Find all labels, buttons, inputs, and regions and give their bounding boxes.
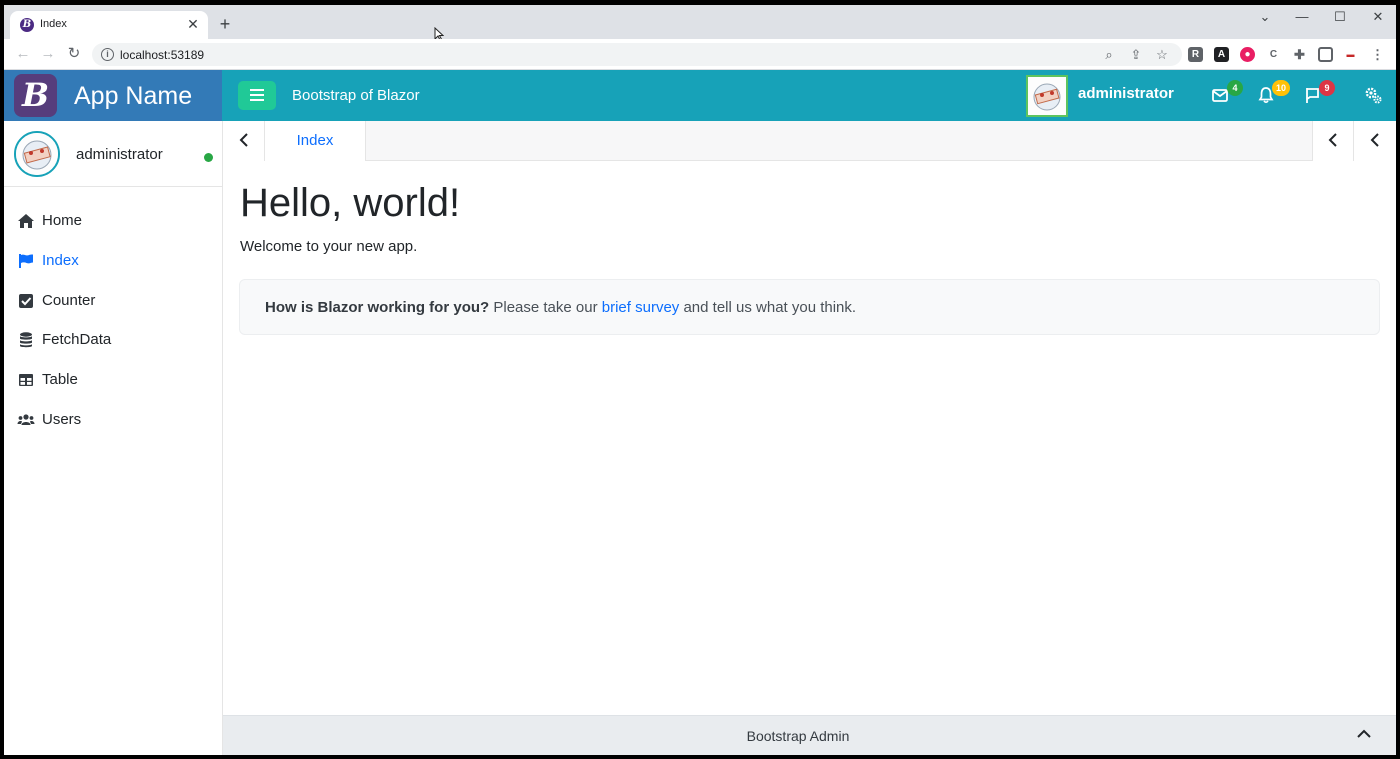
tasks-badge: 9 [1319, 80, 1335, 96]
side-panel-icon[interactable] [1318, 47, 1333, 62]
welcome-text: Welcome to your new app. [240, 238, 418, 255]
reload-button[interactable]: ↻ [63, 43, 85, 65]
sidebar-item-label: Counter [42, 292, 96, 309]
extension-red-icon[interactable]: ▬ [1343, 47, 1358, 62]
app-logo[interactable]: B [14, 74, 57, 117]
tab-scroll-left-button[interactable] [223, 121, 265, 161]
hamburger-icon [250, 89, 264, 101]
url-text[interactable]: localhost:53189 [120, 48, 204, 62]
table-icon [19, 374, 33, 386]
extension-pink-icon[interactable]: ● [1240, 47, 1255, 62]
back-button[interactable]: ← [12, 43, 34, 65]
database-icon [20, 332, 32, 348]
extension-c-icon[interactable]: C [1266, 47, 1281, 62]
menu-toggle-button[interactable] [238, 81, 276, 110]
sidebar-item-index[interactable]: Index [4, 242, 222, 280]
sidebar-item-label: FetchData [42, 331, 112, 348]
sidebar-username: administrator [76, 146, 163, 163]
maximize-button[interactable]: ☐ [1321, 5, 1359, 29]
sidebar-item-label: Users [42, 411, 82, 428]
favicon-icon: B [20, 18, 34, 32]
sidebar-item-label: Index [42, 252, 79, 269]
share-icon[interactable]: ⇪ [1127, 46, 1145, 64]
browser-menu-icon[interactable]: ⋮ [1370, 47, 1385, 62]
survey-question: How is Blazor working for you? [265, 299, 490, 316]
chevron-left-icon [1370, 133, 1379, 147]
survey-link[interactable]: brief survey [602, 299, 680, 316]
extensions-puzzle-icon[interactable]: ✚ [1292, 47, 1307, 62]
sidebar-item-home[interactable]: Home [4, 202, 222, 240]
sidebar-item-label: Home [42, 212, 83, 229]
zoom-icon[interactable]: ⌕ [1100, 46, 1118, 64]
sidebar-user-panel: administrator [4, 121, 222, 187]
page-heading: Hello, world! [240, 181, 461, 225]
home-icon [18, 214, 34, 228]
tab-index[interactable]: Index [265, 121, 366, 161]
minimize-button[interactable]: — [1283, 5, 1321, 29]
browser-tab-title: Index [40, 18, 67, 30]
footer-text: Bootstrap Admin [746, 728, 850, 744]
forward-button[interactable]: → [37, 43, 59, 65]
header-username[interactable]: administrator [1078, 85, 1174, 102]
sidebar-item-fetchdata[interactable]: FetchData [4, 321, 222, 359]
tab-scroll-right-button[interactable] [1312, 121, 1354, 161]
footer: Bootstrap Admin [223, 715, 1396, 755]
close-tab-icon[interactable]: ✕ [184, 15, 202, 33]
flag-icon [19, 254, 33, 268]
main-content: Hello, world! Welcome to your new app. H… [223, 161, 1396, 716]
chevron-up-icon[interactable] [1354, 724, 1374, 744]
extension-r-icon[interactable]: R [1188, 47, 1203, 62]
cogs-icon[interactable] [1363, 85, 1383, 105]
notifications-badge: 10 [1272, 80, 1291, 96]
check-square-icon [19, 294, 33, 308]
page-tabbar: Index [223, 121, 1396, 161]
sidebar-item-users[interactable]: Users [4, 401, 222, 439]
sidebar-item-label: Table [42, 371, 78, 388]
browser-tab[interactable]: B Index ✕ [10, 11, 208, 39]
survey-text: How is Blazor working for you? Please ta… [265, 299, 856, 316]
tab-search-icon[interactable]: ⌄ [1246, 5, 1284, 29]
users-icon [17, 414, 35, 425]
header-avatar[interactable] [1026, 75, 1068, 117]
online-status-dot [204, 153, 213, 162]
survey-prompt: How is Blazor working for you? Please ta… [239, 279, 1380, 335]
close-window-button[interactable]: ✕ [1359, 5, 1396, 29]
messages-badge: 4 [1227, 80, 1243, 96]
avatar-image [16, 133, 58, 175]
survey-prefix: Please take our [493, 299, 598, 316]
header-title: Bootstrap of Blazor [292, 87, 420, 104]
browser-toolbar: ← → ↻ i localhost:53189 ⌕ ⇪ ☆ R A ● C ✚ … [4, 39, 1396, 70]
brand-area: B App Name [4, 70, 222, 121]
chevron-left-icon [1328, 133, 1337, 147]
app-header: B App Name Bootstrap of Blazor administr… [4, 70, 1396, 121]
tab-menu-button[interactable] [1354, 121, 1396, 161]
extension-angular-icon[interactable]: A [1214, 47, 1229, 62]
site-info-icon[interactable]: i [101, 48, 114, 61]
app-name: App Name [74, 82, 193, 110]
browser-window: B Index ✕ + ⌄ — ☐ ✕ ← → ↻ i localhost:53… [4, 5, 1396, 755]
chevron-left-icon [239, 133, 248, 147]
sidebar-item-counter[interactable]: Counter [4, 282, 222, 320]
new-tab-button[interactable]: + [214, 13, 236, 35]
sidebar-avatar[interactable] [14, 131, 60, 177]
survey-suffix: and tell us what you think. [683, 299, 857, 316]
address-bar[interactable]: i localhost:53189 ⌕ ⇪ ☆ [92, 43, 1182, 66]
browser-tabstrip: B Index ✕ + ⌄ — ☐ ✕ [4, 5, 1396, 41]
sidebar-item-table[interactable]: Table [4, 361, 222, 399]
avatar-image [1028, 77, 1066, 115]
sidebar: administrator Home Index Counter FetchDa… [4, 121, 223, 755]
bookmark-star-icon[interactable]: ☆ [1153, 46, 1171, 64]
